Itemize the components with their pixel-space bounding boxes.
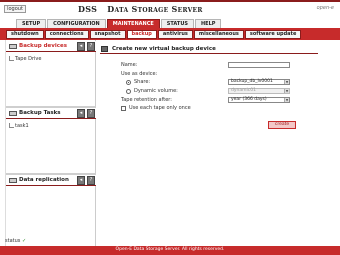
create-button[interactable]: create <box>268 121 296 129</box>
dynamic-volume-label: Dynamic volume: <box>134 88 178 94</box>
product-name: DSS <box>78 4 98 14</box>
vendor-logo: open-e <box>317 5 334 11</box>
tab-help[interactable]: HELP <box>194 19 222 28</box>
help-icon[interactable]: ? <box>87 109 95 118</box>
share-radio[interactable] <box>126 80 131 85</box>
tree-branch-icon <box>9 56 14 61</box>
dynamic-volume-select: dynamic01 ▼ <box>228 88 290 94</box>
backup-tasks-title: Backup Tasks <box>19 110 61 116</box>
dynamic-volume-radio[interactable] <box>126 89 131 94</box>
panel-header: Create new virtual backup device <box>100 44 318 54</box>
tab-setup[interactable]: SETUP <box>16 19 47 28</box>
use-as-label: Use as device: <box>121 71 158 77</box>
sidebar-item-tape-drive[interactable]: Tape Drive <box>6 56 96 62</box>
tab-maintenance[interactable]: MAINTENANCE <box>106 19 160 28</box>
retention-label: Tape retention after: <box>121 97 172 103</box>
name-input[interactable] <box>228 62 290 68</box>
share-label: Share: <box>134 79 151 85</box>
backup-devices-header[interactable]: Backup devices ◂ ? <box>6 41 96 52</box>
product-subtitle: Data Storage Server <box>107 4 203 14</box>
help-icon[interactable]: ? <box>87 42 95 51</box>
subtab-snapshot[interactable]: snapshot <box>89 30 126 39</box>
logout-button[interactable]: logout <box>4 5 26 13</box>
name-label: Name: <box>121 62 138 68</box>
subtab-connections[interactable]: connections <box>44 30 89 39</box>
use-once-label: Use each tape only once <box>129 105 191 111</box>
header: logout DSS Data Storage Server open-e <box>0 0 340 19</box>
sidebar: Backup devices ◂ ? Tape Drive Backup Tas… <box>5 40 96 246</box>
status-label: status <box>5 238 21 244</box>
subtab-antivirus[interactable]: antivirus <box>157 30 193 39</box>
footer: Open-E Data Storage Server. All rights r… <box>0 246 340 255</box>
status-indicator: status ✓ <box>5 238 26 244</box>
tape-device-icon <box>9 44 17 49</box>
retention-select-value: year (366 days) <box>231 97 267 102</box>
tab-configuration[interactable]: CONFIGURATION <box>47 19 106 28</box>
help-icon[interactable]: ? <box>87 176 95 185</box>
share-select[interactable]: backup_db_lv0001 ▼ <box>228 79 290 85</box>
backup-tasks-header[interactable]: Backup Tasks ◂ ? <box>6 108 96 119</box>
replication-icon <box>9 178 17 183</box>
vendor-logo-text: open-e <box>316 5 334 11</box>
backup-devices-title: Backup devices <box>19 43 67 49</box>
dynamic-volume-value: dynamic01 <box>231 88 256 93</box>
panel-title: Create new virtual backup device <box>112 46 216 52</box>
tree-branch-icon <box>9 123 14 128</box>
task-icon <box>9 111 17 116</box>
retention-select[interactable]: year (366 days) ▼ <box>228 97 290 103</box>
checkmark-icon: ✓ <box>21 238 27 244</box>
sidebar-item-label: task1 <box>15 123 29 129</box>
main-tabs: SETUP CONFIGURATION MAINTENANCE STATUS H… <box>16 19 222 28</box>
subtab-backup[interactable]: backup <box>126 30 157 39</box>
collapse-icon[interactable]: ◂ <box>77 176 85 185</box>
collapse-icon[interactable]: ◂ <box>77 42 85 51</box>
collapse-icon[interactable]: ◂ <box>77 109 85 118</box>
copyright-text: Open-E Data Storage Server. All rights r… <box>115 247 225 252</box>
data-replication-title: Data replication <box>19 177 69 183</box>
share-select-value: backup_db_lv0001 <box>231 79 273 84</box>
chevron-down-icon: ▼ <box>284 98 289 102</box>
sub-tabs: shutdown connections snapshot backup ant… <box>6 30 302 39</box>
header-stripe <box>0 0 340 2</box>
subtab-shutdown[interactable]: shutdown <box>6 30 44 39</box>
subtab-software-update[interactable]: software update <box>244 30 302 39</box>
data-replication-header[interactable]: Data replication ◂ ? <box>6 175 96 186</box>
chevron-down-icon: ▼ <box>284 80 289 84</box>
subtab-miscellaneous[interactable]: miscellaneous <box>193 30 244 39</box>
use-once-checkbox[interactable] <box>121 106 126 111</box>
panel-icon <box>101 46 108 52</box>
sidebar-item-label: Tape Drive <box>15 56 42 62</box>
sidebar-item-task1[interactable]: task1 <box>6 123 96 129</box>
product-title: DSS Data Storage Server <box>78 4 203 14</box>
tab-status[interactable]: STATUS <box>160 19 194 28</box>
chevron-down-icon: ▼ <box>284 89 289 93</box>
main-panel: Create new virtual backup device Name: U… <box>100 44 318 244</box>
